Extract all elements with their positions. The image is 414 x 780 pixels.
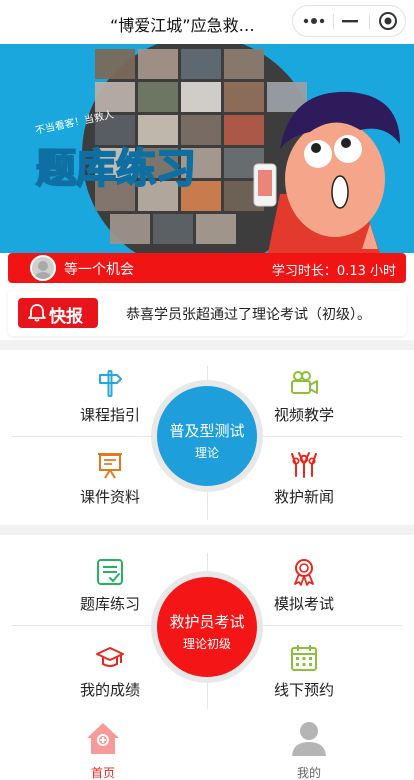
more-dots-icon — [303, 18, 324, 24]
mock-exam-button[interactable]: 模拟考试 — [244, 557, 364, 614]
home-icon — [87, 723, 119, 754]
exam-section: 题库练习 模拟考试 我的成绩 线下预约 救护员考试 理论初级 — [0, 535, 414, 710]
presentation-board-icon — [98, 453, 122, 479]
question-bank-label: 题库练习 — [79, 595, 140, 613]
user-info-bar: 等一个机会 学习时长：0.13 小时 — [8, 253, 406, 283]
username: 等一个机会 — [64, 262, 134, 278]
my-scores-label: 我的成绩 — [79, 681, 140, 699]
question-bank-button[interactable]: 题库练习 — [50, 557, 170, 614]
banner-title: 题库练习 — [36, 146, 196, 192]
menu-capsule — [292, 5, 406, 37]
rescuer-exam-subtitle: 理论初级 — [182, 637, 231, 651]
rescuer-exam-title: 救护员考试 — [169, 613, 245, 631]
video-teaching-label: 视频教学 — [273, 406, 334, 424]
award-ribbon-icon — [294, 559, 314, 586]
learning-section: 课程指引 视频教学 课件资料 救护新闻 普及型测试 理论 — [0, 350, 414, 525]
video-camera-icon — [291, 371, 318, 394]
popular-test-subtitle: 理论 — [194, 446, 219, 460]
courseware-label: 课件资料 — [79, 488, 140, 506]
checklist-icon — [97, 559, 123, 585]
rescue-news-button[interactable]: 救护新闻 — [244, 450, 364, 507]
tab-mine[interactable]: 我的 — [259, 718, 359, 780]
offline-booking-button[interactable]: 线下预约 — [244, 643, 364, 700]
minimize-button[interactable] — [331, 6, 368, 36]
course-guide-button[interactable]: 课程指引 — [50, 368, 170, 425]
close-button[interactable] — [369, 6, 406, 36]
minimize-icon — [341, 20, 358, 23]
popular-test-button[interactable]: 普及型测试 理论 — [157, 386, 257, 486]
people-cheer-icon — [291, 452, 317, 478]
more-button[interactable] — [295, 6, 332, 36]
bell-icon — [28, 304, 46, 322]
user-profile-icon — [292, 722, 326, 756]
banner-illustration: 题库练习 不当看客！当救人 — [34, 44, 400, 253]
page-title: “博爱江城”应急救… — [110, 16, 255, 35]
avatar[interactable] — [30, 255, 56, 281]
graduation-cap-icon — [96, 647, 124, 667]
top-navbar: “博爱江城”应急救… — [0, 0, 414, 44]
popular-test-title: 普及型测试 — [169, 422, 245, 440]
tab-home-label: 首页 — [90, 766, 115, 780]
tab-mine-label: 我的 — [296, 766, 321, 780]
tab-home[interactable]: 首页 — [53, 718, 153, 780]
bottom-tab-bar: 首页 我的 — [0, 712, 414, 780]
news-tag: 快报 — [18, 298, 98, 328]
offline-booking-label: 线下预约 — [273, 681, 334, 699]
news-tag-label: 快报 — [49, 307, 83, 327]
rescuer-exam-button[interactable]: 救护员考试 理论初级 — [157, 577, 257, 677]
banner[interactable]: 题库练习 不当看客！当救人 — [0, 44, 414, 253]
avatar-image — [32, 257, 54, 279]
my-scores-button[interactable]: 我的成绩 — [50, 643, 170, 700]
rescuer-exam-ring: 救护员考试 理论初级 — [151, 571, 263, 683]
news-text: 恭喜学员张超通过了理论考试（初级）。 — [126, 307, 371, 323]
rescue-news-label: 救护新闻 — [273, 488, 334, 506]
section-divider — [0, 525, 414, 535]
news-ticker[interactable]: 快报 恭喜学员张超通过了理论考试（初级）。 — [8, 291, 406, 336]
mock-exam-label: 模拟考试 — [273, 595, 334, 613]
signpost-icon — [99, 370, 122, 397]
courseware-button[interactable]: 课件资料 — [50, 450, 170, 507]
target-close-icon — [378, 12, 397, 30]
video-teaching-button[interactable]: 视频教学 — [244, 368, 364, 425]
popular-test-ring: 普及型测试 理论 — [151, 380, 263, 492]
section-divider — [0, 340, 414, 350]
calendar-icon — [291, 645, 317, 671]
study-time: 学习时长：0.13 小时 — [271, 264, 396, 279]
